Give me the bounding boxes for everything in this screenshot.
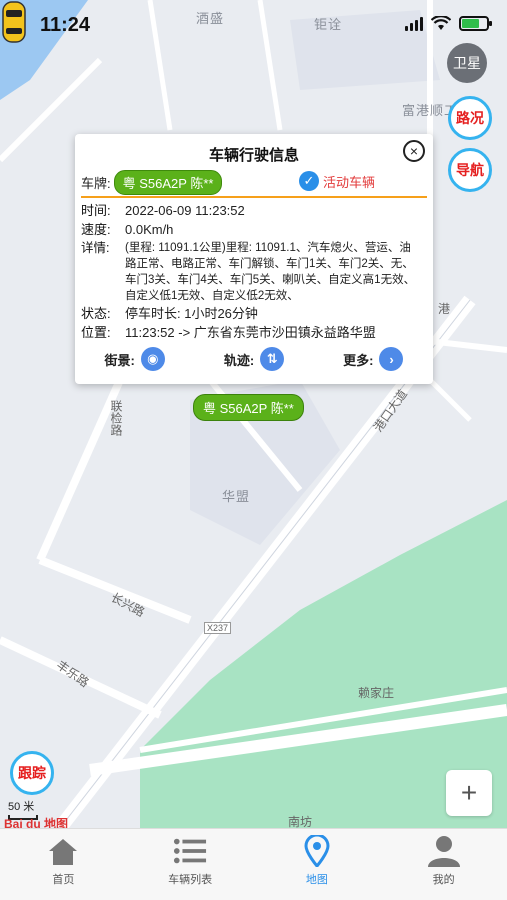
- speed-key: 速度:: [81, 222, 111, 237]
- location-pin-icon: [300, 835, 334, 867]
- vehicle-marker-label[interactable]: 粤 S56A2P 陈**: [193, 394, 304, 421]
- chevron-right-icon: ›: [379, 347, 404, 371]
- list-icon: [173, 835, 207, 867]
- home-icon: [46, 835, 80, 867]
- tab-bar: 首页 车辆列表 地图 我的: [0, 828, 507, 900]
- tab-label: 首页: [52, 874, 75, 886]
- detail-value: (里程: 11091.1公里)里程: 11091.1、汽车熄火、营运、油路正常、…: [125, 242, 416, 302]
- vehicle-info-popup: 车辆行驶信息 × 车牌: 粤 S56A2P 陈** ✓ 活动车辆 时间: 202…: [75, 134, 433, 384]
- track-icon: ⇅: [260, 347, 285, 371]
- tab-label: 地图: [305, 874, 328, 886]
- plate-badge: 粤 S56A2P 陈**: [113, 169, 223, 195]
- street-view-label: 街景:: [104, 352, 135, 368]
- location-key: 位置:: [81, 325, 111, 340]
- time-value: 2022-06-09 11:23:52: [125, 203, 245, 218]
- plate-row: 车牌: 粤 S56A2P 陈** ✓ 活动车辆: [81, 169, 427, 195]
- street-view-button[interactable]: 街景: ◉: [104, 347, 165, 371]
- tab-map[interactable]: 地图: [254, 829, 381, 900]
- street-view-icon: ◉: [140, 347, 165, 371]
- tab-label: 车辆列表: [168, 874, 213, 886]
- tab-profile[interactable]: 我的: [380, 829, 507, 900]
- speed-value: 0.0Km/h: [125, 222, 174, 237]
- tab-home[interactable]: 首页: [0, 829, 127, 900]
- zoom-in-button[interactable]: +: [446, 770, 492, 816]
- map-view[interactable]: 酒盛 钜诠 富港顺工业园 华盟 联检路 长兴路 丰乐路 港口大道 港 赖家庄 X…: [0, 0, 507, 828]
- info-row-location: 位置: 11:23:52 -> 广东省东莞市沙田镇永益路华盟: [81, 324, 421, 342]
- status-key: 状态:: [81, 306, 111, 321]
- active-vehicle-label: 活动车辆: [323, 174, 376, 190]
- track-button[interactable]: 轨迹: ⇅: [223, 347, 285, 371]
- user-icon: [427, 835, 461, 867]
- more-label: 更多:: [343, 352, 374, 368]
- map-road-label: 联检路: [109, 400, 123, 436]
- track-label: 轨迹:: [223, 352, 255, 368]
- close-icon[interactable]: ×: [403, 140, 425, 162]
- follow-button[interactable]: 跟踪: [10, 751, 54, 795]
- more-button[interactable]: 更多: ›: [343, 347, 404, 371]
- status-icons: [405, 16, 492, 31]
- map-place-label: 赖家庄: [358, 686, 395, 700]
- status-time: 11:24: [40, 14, 91, 36]
- location-value: 11:23:52 -> 广东省东莞市沙田镇永益路华盟: [125, 325, 376, 340]
- status-value: 停车时长: 1小时26分钟: [125, 306, 258, 321]
- info-row-detail: 详情: (里程: 11091.1公里)里程: 11091.1、汽车熄火、营运、油…: [81, 240, 421, 304]
- time-key: 时间:: [81, 203, 111, 218]
- status-bar: 11:24: [0, 0, 507, 50]
- info-row-status: 状态: 停车时长: 1小时26分钟: [81, 305, 421, 323]
- active-vehicle-tag[interactable]: ✓ 活动车辆: [299, 171, 375, 191]
- traffic-button[interactable]: 路况: [448, 96, 492, 140]
- info-rows: 时间: 2022-06-09 11:23:52 速度: 0.0Km/h 详情: …: [81, 202, 421, 343]
- info-row-time: 时间: 2022-06-09 11:23:52: [81, 202, 421, 220]
- map-road-label: 港: [438, 302, 451, 316]
- plate-key: 车牌:: [81, 175, 111, 191]
- map-road-label: X237: [204, 622, 232, 634]
- navigate-button[interactable]: 导航: [448, 148, 492, 192]
- scale-label: 50 米: [8, 801, 35, 813]
- detail-key: 详情:: [81, 241, 110, 255]
- wifi-icon: [431, 16, 451, 30]
- map-logo: Bai du 地图: [4, 817, 69, 828]
- map-place-label: 华盟: [222, 489, 251, 504]
- signal-icon: [405, 16, 423, 31]
- tab-label: 我的: [432, 874, 455, 886]
- check-icon: ✓: [299, 171, 319, 191]
- popup-actions: 街景: ◉ 轨迹: ⇅ 更多: ›: [75, 347, 433, 371]
- info-row-speed: 速度: 0.0Km/h: [81, 221, 421, 239]
- tab-vehicle-list[interactable]: 车辆列表: [127, 829, 254, 900]
- map-place-label: 南坊: [288, 815, 313, 828]
- battery-icon: [459, 16, 492, 31]
- divider: [81, 196, 427, 198]
- popup-title: 车辆行驶信息: [208, 147, 299, 164]
